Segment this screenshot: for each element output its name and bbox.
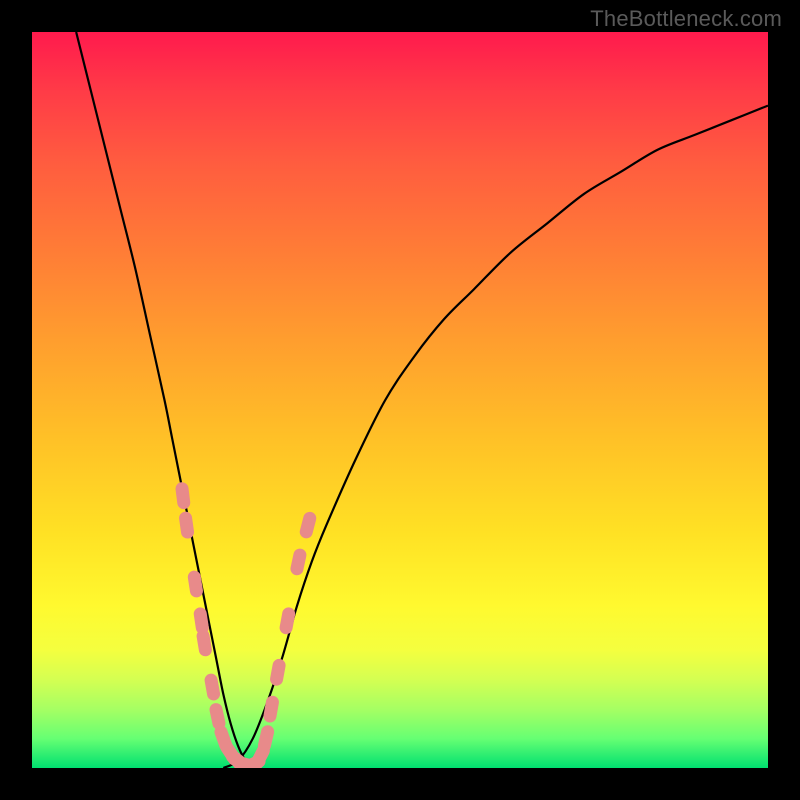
chart-frame: TheBottleneck.com	[0, 0, 800, 800]
watermark-text: TheBottleneck.com	[590, 6, 782, 32]
sample-point	[200, 614, 202, 628]
sample-point	[203, 636, 205, 650]
sample-points-group	[182, 489, 310, 768]
sample-point	[186, 518, 188, 532]
curve-right-branch	[223, 106, 768, 768]
sample-point	[270, 702, 272, 716]
sample-point	[264, 732, 267, 746]
sample-point	[211, 680, 213, 694]
sample-point	[277, 665, 280, 679]
sample-point	[194, 577, 196, 591]
chart-svg	[32, 32, 768, 768]
plot-area	[32, 32, 768, 768]
sample-point	[306, 518, 310, 532]
sample-point	[182, 489, 184, 503]
sample-point	[297, 555, 300, 569]
sample-point	[257, 751, 263, 763]
sample-point	[216, 710, 219, 724]
sample-point	[286, 614, 289, 628]
curve-left-branch	[76, 32, 260, 768]
